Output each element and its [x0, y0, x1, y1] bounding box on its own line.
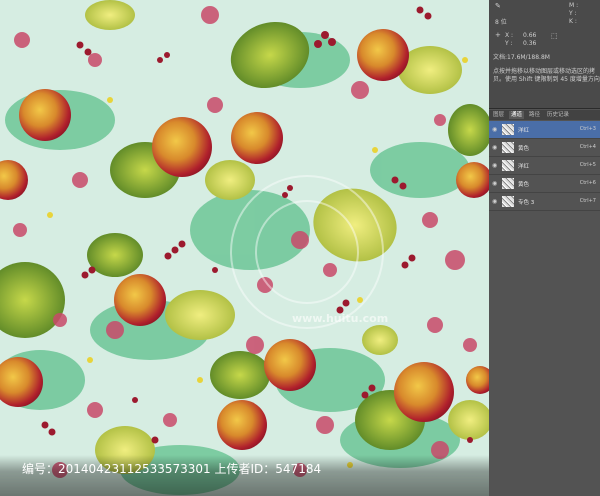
hint-line-2: 贝。使用 Shift 键限制到 45 度增量方向。 — [493, 76, 600, 83]
watermark-id-text: 编号：20140423112533573301 上传者ID：547184 — [22, 462, 322, 476]
channel-row[interactable]: ◉ 洋红 Ctrl+3 — [489, 121, 600, 139]
channel-shortcut: Ctrl+5 — [579, 162, 596, 168]
channel-name: 专色 3 — [518, 200, 535, 206]
eye-icon[interactable]: ◉ — [492, 162, 497, 169]
eye-icon[interactable]: ◉ — [492, 126, 497, 133]
y-label: Y : — [505, 40, 513, 47]
bits-label: 8 位 — [495, 19, 507, 26]
channel-shortcut: Ctrl+3 — [579, 126, 596, 132]
channel-name: 洋红 — [518, 164, 530, 170]
channel-row[interactable]: ◉ 黄色 Ctrl+4 — [489, 139, 600, 157]
channel-shortcut: Ctrl+7 — [579, 198, 596, 204]
eye-icon[interactable]: ◉ — [492, 198, 497, 205]
channel-name: 黄色 — [518, 146, 530, 152]
channel-thumbnail — [502, 160, 514, 171]
selection-size-icon: ⬚ — [551, 32, 558, 40]
channel-name: 黄色 — [518, 182, 530, 188]
channel-shortcut: Ctrl+4 — [579, 144, 596, 150]
crosshair-icon: + — [495, 31, 501, 39]
eye-icon[interactable]: ◉ — [492, 180, 497, 187]
channel-thumbnail — [502, 196, 514, 207]
y2-label: Y : — [569, 10, 577, 17]
pattern-canvas[interactable]: www.huitu.com 编号：20140423112533573301 上传… — [0, 0, 489, 496]
tab-paths[interactable]: 路径 — [527, 111, 542, 119]
channel-thumbnail — [502, 142, 514, 153]
y-value: 0.36 — [523, 40, 537, 47]
doc-info: 文档:17.6M/188.8M — [493, 54, 550, 61]
eyedropper-icon: ✎ — [495, 2, 501, 10]
tab-channels[interactable]: 通道 — [509, 111, 525, 119]
channel-name: 洋红 — [518, 128, 530, 134]
channel-row[interactable]: ◉ 黄色 Ctrl+6 — [489, 175, 600, 193]
k-label: K : — [569, 18, 577, 25]
eye-icon[interactable]: ◉ — [492, 144, 497, 151]
right-panel: ✎ 8 位 M : Y : K : + X : 0.66 Y : 0.36 ⬚ … — [489, 0, 600, 496]
channel-row[interactable]: ◉ 专色 3 Ctrl+7 — [489, 193, 600, 211]
panel-tabs: 图层 通道 路径 历史记录 — [489, 110, 600, 120]
channel-thumbnail — [502, 178, 514, 189]
channel-row[interactable]: ◉ 洋红 Ctrl+5 — [489, 157, 600, 175]
channel-shortcut: Ctrl+6 — [579, 180, 596, 186]
watermark-site-text: www.huitu.com — [292, 312, 389, 325]
watermark-bar: 编号：20140423112533573301 上传者ID：547184 — [0, 455, 489, 496]
x-value: 0.66 — [523, 32, 537, 39]
channel-thumbnail — [502, 124, 514, 135]
info-panel: ✎ 8 位 M : Y : K : + X : 0.66 Y : 0.36 ⬚ … — [489, 0, 600, 109]
tab-history[interactable]: 历史记录 — [545, 111, 571, 119]
m-label: M : — [569, 2, 579, 9]
channel-list: ◉ 洋红 Ctrl+3 ◉ 黄色 Ctrl+4 ◉ 洋红 Ctrl+5 ◉ 黄色… — [489, 121, 600, 211]
tab-layers[interactable]: 图层 — [491, 111, 506, 119]
watermark-inner-circle — [255, 200, 359, 304]
x-label: X : — [505, 32, 514, 39]
